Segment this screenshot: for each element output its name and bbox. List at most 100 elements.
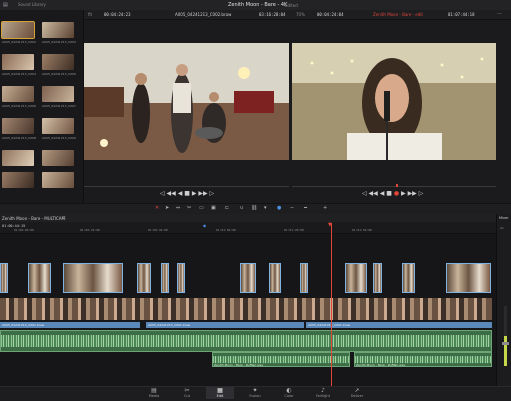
select-tool-icon[interactable]: ➤: [165, 205, 169, 211]
play-icon[interactable]: ▶: [401, 190, 406, 197]
video-clip[interactable]: [63, 263, 123, 293]
source-clip-name[interactable]: A005_04241213_C002.braw: [175, 12, 231, 17]
media-thumbnail[interactable]: [2, 172, 34, 188]
close-tab-icon[interactable]: ×: [62, 215, 66, 221]
video-clip[interactable]: [345, 263, 367, 293]
project-status: Edited: [285, 2, 298, 8]
fast-forward-icon[interactable]: ▶▶: [408, 190, 417, 197]
timeline-frame-image: [292, 43, 496, 160]
trim-tool-icon[interactable]: ⇔: [176, 205, 180, 211]
media-thumbnail[interactable]: [42, 172, 74, 188]
playhead[interactable]: [331, 223, 332, 386]
audio-clip[interactable]: [0, 330, 492, 352]
playhead-head-icon[interactable]: ▼: [328, 222, 332, 228]
media-label: A005_04241213_C006: [2, 104, 36, 108]
timeline-scrub-head[interactable]: [396, 184, 398, 187]
media-pool-icon[interactable]: ▤: [3, 2, 8, 8]
media-thumbnail[interactable]: [2, 54, 34, 70]
media-thumbnail[interactable]: [2, 150, 34, 166]
play-reverse-icon[interactable]: ◀: [380, 190, 385, 197]
timeline-zoom[interactable]: 70%: [296, 12, 305, 17]
media-thumbnail[interactable]: [2, 118, 34, 134]
media-thumbnail[interactable]: [42, 118, 74, 134]
video-clip[interactable]: [240, 263, 256, 293]
zoom-in-icon[interactable]: +: [323, 205, 327, 211]
media-thumbnail[interactable]: [42, 150, 74, 166]
video-clip[interactable]: [177, 263, 185, 293]
zoom-out-icon[interactable]: −: [290, 205, 294, 211]
stop-icon[interactable]: ■: [386, 190, 392, 197]
timeline-scrub-bar[interactable]: [292, 186, 496, 187]
source-viewer[interactable]: [84, 43, 289, 160]
timeline-viewer[interactable]: [292, 43, 496, 160]
snap-icon[interactable]: ⊏: [225, 205, 229, 211]
jog-right-icon[interactable]: ▷: [210, 190, 215, 197]
mixer-fader[interactable]: [502, 342, 509, 345]
timeline-tab-name[interactable]: Zenith Moon - Bare - MULTICAM: [2, 216, 65, 221]
audio-clip-label: Zenith Moon - Bare - Ruffian.wav: [214, 363, 264, 367]
page-edit[interactable]: ▦ Edit: [206, 387, 234, 399]
clip-label[interactable]: A005_04241213_C001.braw: [306, 322, 492, 328]
magnet-icon[interactable]: ∪: [240, 205, 244, 211]
jog-left-icon[interactable]: ◁: [160, 190, 165, 197]
source-zoom[interactable]: fit: [88, 12, 92, 17]
video-clip[interactable]: [373, 263, 382, 293]
page-color[interactable]: ◐ Color: [275, 387, 303, 399]
flag-color-icon[interactable]: ●: [277, 205, 281, 211]
video-clip[interactable]: [137, 263, 151, 293]
replace-icon[interactable]: ▣: [211, 205, 216, 211]
page-cut[interactable]: ✂ Cut: [173, 387, 201, 399]
jog-right-icon[interactable]: ▷: [419, 190, 424, 197]
record-icon[interactable]: ●: [394, 190, 399, 197]
mixer-meter-level: [504, 336, 507, 366]
video-clip[interactable]: [300, 263, 308, 293]
timeline-name[interactable]: Zenith Moon - Bare - edit: [373, 12, 423, 17]
media-label: A005_04241213_C003: [42, 40, 76, 44]
page-deliver[interactable]: ➚ Deliver: [343, 387, 371, 399]
clip-label[interactable]: A005_04241213_C001.braw: [0, 322, 140, 328]
marker-blue[interactable]: ◆: [203, 223, 206, 228]
clip-label[interactable]: A005_04241213_C001.braw: [146, 322, 304, 328]
video-clip[interactable]: [446, 263, 491, 293]
timeline-ruler[interactable]: 01:00:44:15 01:00:00:00 01:00:22:00 01:0…: [0, 223, 496, 234]
rewind-icon[interactable]: ◀◀: [167, 190, 176, 197]
flag-icon[interactable]: ✕: [155, 205, 159, 211]
play-reverse-icon[interactable]: ◀: [178, 190, 183, 197]
play-icon[interactable]: ▶: [192, 190, 197, 197]
media-page-icon: ▤: [151, 387, 157, 394]
video-clip[interactable]: [269, 263, 281, 293]
page-fusion[interactable]: ✦ Fusion: [241, 387, 269, 399]
video-clip[interactable]: [402, 263, 415, 293]
media-thumbnail[interactable]: [42, 86, 74, 102]
sound-library-label[interactable]: Sound Library: [18, 2, 46, 7]
media-thumbnail[interactable]: [2, 86, 34, 102]
video-clip[interactable]: [0, 263, 8, 293]
source-scrub-bar[interactable]: [84, 186, 289, 187]
media-thumbnail[interactable]: [42, 22, 74, 38]
ruler-tick-label: 01:00:44:00: [148, 228, 168, 232]
media-label: A005_04241213_C009: [42, 136, 76, 140]
multicam-filmstrip[interactable]: [0, 298, 492, 320]
media-thumbnail[interactable]: [42, 54, 74, 70]
jog-left-icon[interactable]: ◁: [362, 190, 367, 197]
fast-forward-icon[interactable]: ▶▶: [198, 190, 207, 197]
stop-icon[interactable]: ■: [184, 190, 190, 197]
media-pool: A005_04241213_C002 A005_04241213_C003 A0…: [0, 10, 84, 205]
video-clip[interactable]: [161, 263, 169, 293]
timeline-tracks[interactable]: A005_04241213_C001.braw A005_04241213_C0…: [0, 234, 496, 386]
media-label: A005_04241213_C004: [2, 72, 36, 76]
zoom-slider-icon[interactable]: ━: [304, 205, 307, 211]
media-thumbnail[interactable]: [1, 21, 35, 39]
page-media[interactable]: ▤ Media: [140, 387, 168, 399]
source-duration: 03:16:28:04: [259, 11, 286, 17]
page-fairlight[interactable]: ♪ Fairlight: [309, 387, 337, 399]
options-icon[interactable]: ⋯: [497, 11, 502, 17]
mixer-channel: A1: [500, 226, 504, 230]
link-icon[interactable]: ⛓: [251, 205, 257, 211]
fairlight-page-icon: ♪: [321, 387, 325, 394]
rewind-icon[interactable]: ◀◀: [369, 190, 378, 197]
blade-tool-icon[interactable]: ✂: [187, 205, 191, 211]
video-clip[interactable]: [28, 263, 51, 293]
overwrite-icon[interactable]: ▭: [199, 205, 204, 211]
marker-icon[interactable]: ▾: [264, 205, 267, 211]
